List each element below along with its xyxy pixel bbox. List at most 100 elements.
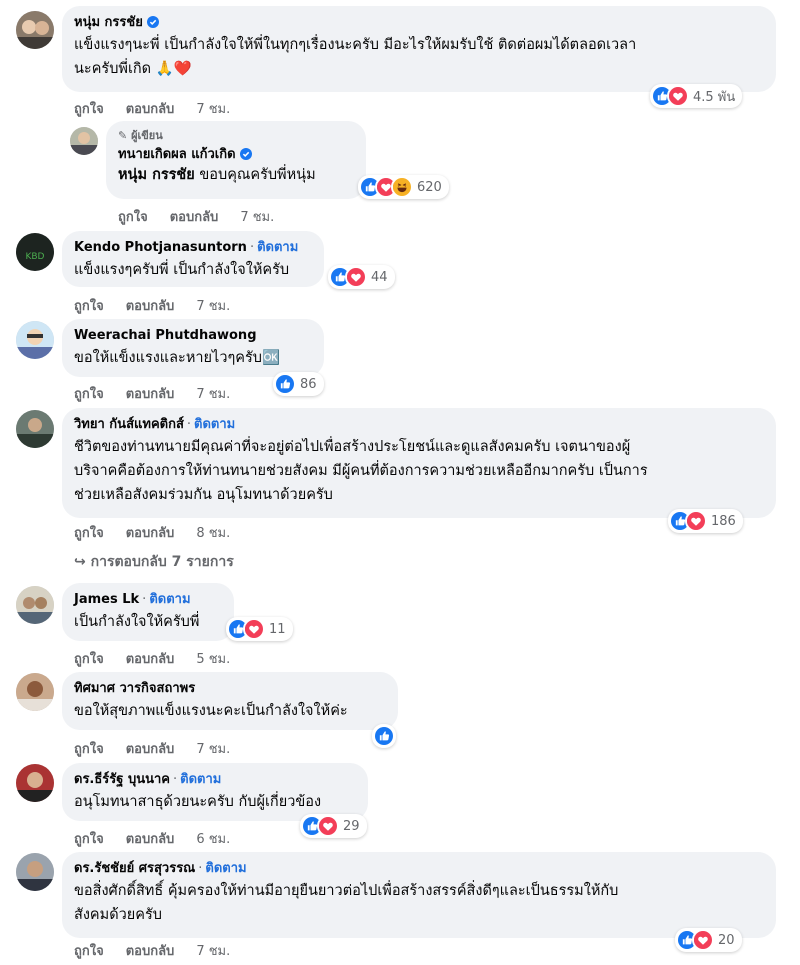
reaction-summary[interactable]: 11 xyxy=(226,617,293,641)
like-button[interactable]: ถูกใจ xyxy=(74,944,104,959)
timestamp[interactable]: 7 ชม. xyxy=(196,299,230,314)
reaction-count: 620 xyxy=(417,179,442,195)
like-icon xyxy=(274,373,296,395)
commenter-name[interactable]: ดร.รัชชัยย์ ศรสุวรรณ xyxy=(74,861,195,876)
commenter-name[interactable]: ทิศมาศ วารกิจสถาพร xyxy=(74,681,195,696)
reply-button[interactable]: ตอบกลับ xyxy=(126,387,175,402)
comment-bubble: Kendo Photjanasuntorn · ติดตาม แข็งแรงๆครั… xyxy=(62,231,324,287)
comment-text: อนุโมทนาสาธุด้วยนะครับ กับผู้เกี่ยวข้อง xyxy=(74,794,322,810)
comment-bubble: James Lk · ติดตาม เป็นกำลังใจให้ครับพี่ xyxy=(62,583,234,641)
comment-bubble: ✎ ผู้เขียน ทนายเกิดผล แก้วเกิด หนุ่ม กรร… xyxy=(106,121,366,199)
reply-button[interactable]: ตอบกลับ xyxy=(126,102,175,117)
reaction-summary[interactable]: 86 xyxy=(273,372,324,396)
reaction-summary[interactable]: 186 xyxy=(668,509,743,533)
timestamp[interactable]: 7 ชม. xyxy=(196,387,230,402)
verified-badge-icon xyxy=(147,16,159,28)
author-badge: ✎ ผู้เขียน xyxy=(118,129,163,142)
reaction-count: 29 xyxy=(343,818,360,834)
like-button[interactable]: ถูกใจ xyxy=(74,299,104,314)
reply-button[interactable]: ตอบกลับ xyxy=(126,299,175,314)
comment-bubble: Weerachai Phutdhawong ขอให้แข็งแรงและหาย… xyxy=(62,319,324,377)
commenter-name[interactable]: ทนายเกิดผล แก้วเกิด xyxy=(118,147,236,162)
comment-bubble: ดร.รัชชัยย์ ศรสุวรรณ · ติดตาม ขอสิ่งศักดิ์… xyxy=(62,852,776,938)
comment-bubble: ทิศมาศ วารกิจสถาพร ขอให้สุขภาพแข็งแรงนะค… xyxy=(62,672,398,730)
like-icon xyxy=(373,725,395,747)
mention-tag[interactable]: หนุ่ม กรรชัย xyxy=(118,167,195,183)
timestamp[interactable]: 7 ชม. xyxy=(196,102,230,117)
avatar[interactable] xyxy=(16,321,54,359)
reaction-count: 186 xyxy=(711,513,736,529)
reaction-summary[interactable]: 20 xyxy=(675,928,742,952)
follow-button[interactable]: ติดตาม xyxy=(257,240,298,255)
comment-text: ขอให้สุขภาพแข็งแรงนะคะเป็นกำลังใจให้ค่ะ xyxy=(74,703,348,719)
reaction-summary[interactable]: 44 xyxy=(328,265,395,289)
reply-button[interactable]: ตอบกลับ xyxy=(126,742,175,757)
follow-button[interactable]: ติดตาม xyxy=(180,772,221,787)
love-icon xyxy=(685,510,707,532)
reaction-count: 44 xyxy=(371,269,388,285)
timestamp[interactable]: 7 ชม. xyxy=(240,210,274,225)
reply-button[interactable]: ตอบกลับ xyxy=(126,832,175,847)
comment-bubble: ดร.ธีร์รัฐ บุนนาค · ติดตาม อนุโมทนาสาธุด้ว… xyxy=(62,763,368,821)
reply-button[interactable]: ตอบกลับ xyxy=(170,210,219,225)
like-button[interactable]: ถูกใจ xyxy=(118,210,148,225)
commenter-name[interactable]: James Lk xyxy=(74,592,139,607)
love-icon xyxy=(667,85,689,107)
love-icon xyxy=(345,266,367,288)
love-icon xyxy=(243,618,265,640)
avatar[interactable]: KBD xyxy=(16,233,54,271)
commenter-name[interactable]: ดร.ธีร์รัฐ บุนนาค xyxy=(74,772,170,787)
reply-button[interactable]: ตอบกลับ xyxy=(126,652,175,667)
commenter-name[interactable]: Weerachai Phutdhawong xyxy=(74,328,257,343)
follow-button[interactable]: ติดตาม xyxy=(205,861,246,876)
comment-text: ขอให้แข็งแรงและหายไวๆครับ🆗 xyxy=(74,350,280,366)
reaction-count: 4.5 พัน xyxy=(693,89,736,105)
love-icon xyxy=(692,929,714,951)
svg-text:KBD: KBD xyxy=(25,252,44,262)
reaction-summary[interactable]: 4.5 พัน xyxy=(650,84,743,108)
follow-button[interactable]: ติดตาม xyxy=(194,417,235,432)
view-replies-link[interactable]: ↪ การตอบกลับ 7 รายการ xyxy=(74,551,234,573)
reply-button[interactable]: ตอบกลับ xyxy=(126,526,175,541)
avatar[interactable] xyxy=(16,853,54,891)
like-button[interactable]: ถูกใจ xyxy=(74,832,104,847)
timestamp[interactable]: 8 ชม. xyxy=(196,526,230,541)
commenter-name[interactable]: วิทยา กันส์แทคติกส์ xyxy=(74,417,184,432)
comment-text: หนุ่ม กรรชัย ขอบคุณครับพี่หนุ่ม xyxy=(118,167,316,183)
comment-text: ขอสิ่งศักดิ์สิทธิ์ คุ้มครองให้ท่านมีอายุ… xyxy=(74,883,619,923)
timestamp[interactable]: 5 ชม. xyxy=(196,652,230,667)
haha-icon xyxy=(391,176,413,198)
timestamp[interactable]: 6 ชม. xyxy=(196,832,230,847)
comment-text: แข็งแรงๆนะพี่ เป็นกำลังใจให้พี่ในทุกๆเรื… xyxy=(74,37,637,77)
like-button[interactable]: ถูกใจ xyxy=(74,387,104,402)
like-button[interactable]: ถูกใจ xyxy=(74,102,104,117)
commenter-name[interactable]: Kendo Photjanasuntorn xyxy=(74,240,247,255)
like-button[interactable]: ถูกใจ xyxy=(74,652,104,667)
reaction-summary[interactable]: 620 xyxy=(358,175,449,199)
avatar[interactable] xyxy=(16,764,54,802)
comment-text: ชีวิตของท่านทนายมีคุณค่าที่จะอยู่ต่อไปเพ… xyxy=(74,439,648,503)
avatar[interactable] xyxy=(70,127,98,155)
reaction-count: 20 xyxy=(718,932,735,948)
love-icon xyxy=(317,815,339,837)
comment-text: เป็นกำลังใจให้ครับพี่ xyxy=(74,614,200,630)
commenter-name[interactable]: หนุ่ม กรรชัย xyxy=(74,15,143,30)
reaction-count: 11 xyxy=(269,621,286,637)
comment-bubble: วิทยา กันส์แทคติกส์ · ติดตาม ชีวิตของท่านท… xyxy=(62,408,776,518)
avatar[interactable] xyxy=(16,586,54,624)
avatar[interactable] xyxy=(16,410,54,448)
reply-button[interactable]: ตอบกลับ xyxy=(126,944,175,959)
reply-arrow-icon: ↪ xyxy=(74,554,86,570)
avatar[interactable] xyxy=(16,673,54,711)
timestamp[interactable]: 7 ชม. xyxy=(196,742,230,757)
like-button[interactable]: ถูกใจ xyxy=(74,526,104,541)
follow-button[interactable]: ติดตาม xyxy=(149,592,190,607)
reaction-count: 86 xyxy=(300,376,317,392)
reaction-summary[interactable]: 29 xyxy=(300,814,367,838)
comment-bubble: หนุ่ม กรรชัย แข็งแรงๆนะพี่ เป็นกำลังใจให… xyxy=(62,6,776,92)
avatar[interactable] xyxy=(16,11,54,49)
reaction-summary[interactable] xyxy=(372,724,396,748)
like-button[interactable]: ถูกใจ xyxy=(74,742,104,757)
verified-badge-icon xyxy=(240,148,252,160)
timestamp[interactable]: 7 ชม. xyxy=(196,944,230,959)
